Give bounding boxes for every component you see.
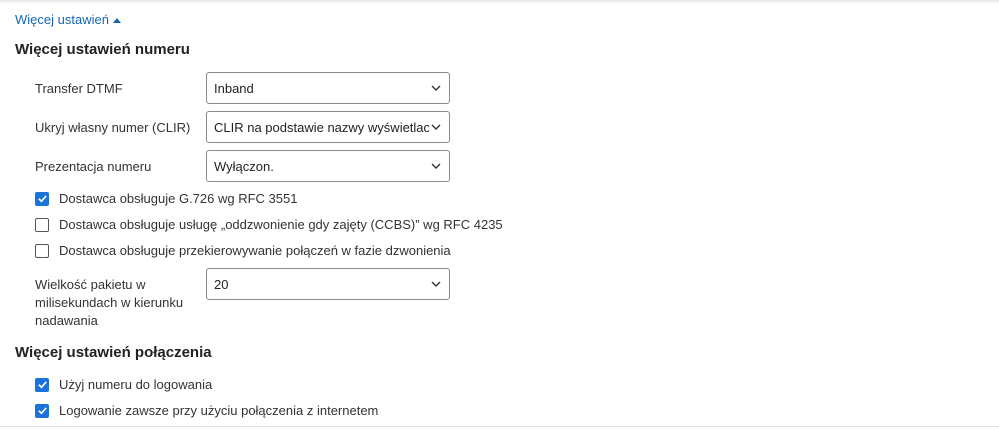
checkbox-row-login-number[interactable]: Użyj numeru do logowania: [35, 377, 212, 392]
internet-login-label: Logowanie zawsze przy użyciu połączenia …: [59, 403, 379, 418]
checkbox-row-internet-login[interactable]: Logowanie zawsze przy użyciu połączenia …: [35, 403, 378, 418]
chevron-down-icon: [431, 163, 441, 169]
checkbox-row-ccbs[interactable]: Dostawca obsługuje usługę „oddzwonienie …: [35, 217, 503, 232]
packet-size-select-value: 20: [214, 276, 229, 292]
checkmark-icon: [37, 407, 47, 415]
clir-select-value: CLIR na podstawie nazwy wyświetlacza: [214, 119, 429, 135]
packet-size-select[interactable]: 20: [206, 268, 450, 300]
packet-size-label: Wielkość pakietu w milisekundach w kieru…: [35, 276, 183, 330]
top-divider: [0, 0, 999, 4]
clir-select[interactable]: CLIR na podstawie nazwy wyświetlacza: [206, 111, 450, 143]
checkbox-row-forwarding[interactable]: Dostawca obsługuje przekierowywanie połą…: [35, 243, 451, 258]
login-number-label: Użyj numeru do logowania: [59, 377, 213, 392]
caret-up-icon: [112, 17, 121, 23]
packet-size-label-line: Wielkość pakietu w: [35, 277, 146, 292]
forwarding-label: Dostawca obsługuje przekierowywanie połą…: [59, 243, 451, 258]
packet-size-label-line: nadawania: [35, 313, 98, 328]
bottom-divider: [0, 426, 999, 427]
chevron-down-icon: [431, 85, 441, 91]
g726-checkbox[interactable]: [35, 191, 49, 206]
dtmf-label: Transfer DTMF: [35, 81, 123, 96]
packet-size-label-line: milisekundach w kierunku: [35, 295, 184, 310]
more-settings-toggle[interactable]: Więcej ustawień: [15, 12, 121, 27]
checkmark-icon: [37, 381, 47, 389]
presentation-label: Prezentacja numeru: [35, 159, 152, 174]
ccbs-label: Dostawca obsługuje usługę „oddzwonienie …: [59, 217, 503, 232]
presentation-select-value: Wyłączon.: [214, 158, 274, 174]
checkmark-icon: [37, 195, 47, 203]
chevron-down-icon: [431, 281, 441, 287]
login-number-checkbox[interactable]: [35, 377, 49, 392]
presentation-select[interactable]: Wyłączon.: [206, 150, 450, 182]
clir-label: Ukryj własny numer (CLIR): [35, 120, 191, 135]
chevron-down-icon: [431, 124, 441, 130]
forwarding-checkbox[interactable]: [35, 243, 49, 258]
section-title-connection: Więcej ustawień połączenia: [15, 344, 212, 361]
section-title-number: Więcej ustawień numeru: [15, 41, 190, 58]
g726-label: Dostawca obsługuje G.726 wg RFC 3551: [59, 191, 298, 206]
ccbs-checkbox[interactable]: [35, 217, 49, 232]
checkbox-row-g726[interactable]: Dostawca obsługuje G.726 wg RFC 3551: [35, 191, 297, 206]
internet-login-checkbox[interactable]: [35, 403, 49, 418]
dtmf-select[interactable]: Inband: [206, 72, 450, 104]
more-settings-label: Więcej ustawień: [15, 12, 109, 27]
dtmf-select-value: Inband: [214, 80, 254, 96]
